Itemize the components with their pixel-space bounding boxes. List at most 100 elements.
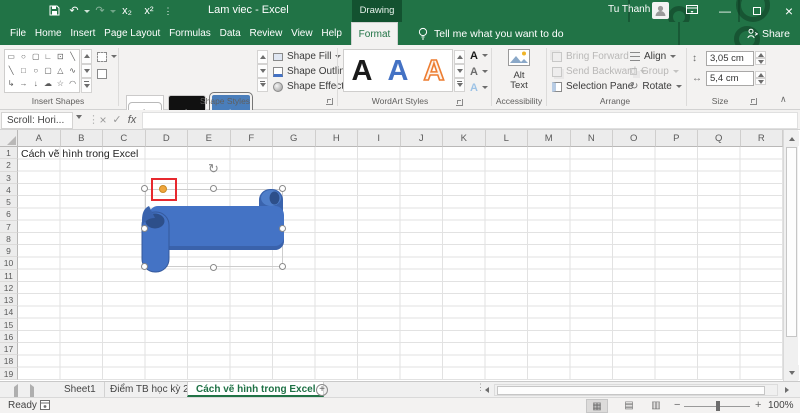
text-effects-button[interactable]: A bbox=[470, 81, 488, 94]
shape-glyph[interactable]: ☁ bbox=[42, 77, 54, 91]
resize-handle-bottom-center[interactable] bbox=[210, 264, 217, 271]
row-header[interactable]: 16 bbox=[0, 330, 18, 343]
shape-glyph[interactable]: ⊡ bbox=[54, 50, 66, 64]
undo-dropdown-icon[interactable] bbox=[84, 10, 90, 13]
spin-down-icon[interactable] bbox=[755, 78, 766, 85]
ribbon-tab[interactable]: Help bbox=[319, 22, 344, 45]
row-header[interactable]: 19 bbox=[0, 367, 18, 380]
zoom-out-button[interactable]: − bbox=[674, 399, 680, 411]
ribbon-tab[interactable]: Page Layout bbox=[102, 22, 162, 45]
text-outline-button[interactable]: A bbox=[470, 65, 488, 78]
column-header[interactable]: K bbox=[443, 130, 486, 147]
hscroll-left-arrow[interactable] bbox=[481, 384, 493, 396]
ribbon-tab[interactable]: Review bbox=[248, 22, 285, 45]
column-header[interactable]: F bbox=[230, 130, 273, 147]
qat-more-button[interactable]: ⋮ bbox=[162, 0, 174, 22]
spin-up-icon[interactable] bbox=[755, 51, 766, 58]
vertical-scrollbar[interactable] bbox=[783, 130, 799, 381]
wordart-style-2[interactable]: A bbox=[388, 51, 409, 91]
column-header[interactable]: B bbox=[60, 130, 103, 147]
redo-dropdown-icon[interactable] bbox=[110, 10, 116, 13]
row-header[interactable]: 2 bbox=[0, 159, 18, 172]
scroll-down-icon[interactable] bbox=[454, 64, 465, 78]
subscript-button[interactable]: x₂ bbox=[118, 0, 136, 22]
undo-button[interactable]: ↶ bbox=[66, 0, 82, 22]
hscroll-right-arrow[interactable] bbox=[781, 384, 793, 396]
shape-glyph[interactable]: ╲ bbox=[66, 50, 78, 64]
column-header[interactable]: D bbox=[145, 130, 188, 147]
sheet-tab-sheet1[interactable]: Sheet1 bbox=[56, 382, 105, 397]
resize-handle-bottom-left[interactable] bbox=[141, 263, 148, 270]
shape-glyph[interactable]: ∟ bbox=[42, 50, 54, 64]
row-header[interactable]: 18 bbox=[0, 355, 18, 368]
row-header[interactable]: 11 bbox=[0, 269, 18, 282]
resize-handle-mid-right[interactable] bbox=[279, 225, 286, 232]
horizontal-scrollbar[interactable] bbox=[494, 384, 778, 396]
column-header[interactable]: C bbox=[103, 130, 146, 147]
row-header[interactable]: 7 bbox=[0, 220, 18, 233]
row-header[interactable]: 9 bbox=[0, 245, 18, 258]
zoom-in-button[interactable]: + bbox=[755, 399, 761, 411]
column-header[interactable]: R bbox=[740, 130, 783, 147]
width-spinner[interactable] bbox=[755, 71, 766, 85]
ribbon-tab[interactable]: File bbox=[8, 22, 28, 45]
resize-handle-bottom-right[interactable] bbox=[279, 263, 286, 270]
scroll-up-arrow[interactable] bbox=[784, 131, 799, 146]
row-header[interactable]: 17 bbox=[0, 343, 18, 356]
gallery-more-icon[interactable] bbox=[81, 78, 92, 94]
wordart-gallery[interactable]: A A A bbox=[343, 49, 453, 92]
zoom-slider-thumb[interactable] bbox=[716, 401, 720, 411]
scroll-down-arrow[interactable] bbox=[784, 365, 799, 380]
row-header[interactable]: 14 bbox=[0, 306, 18, 319]
shape-glyph[interactable]: ▭ bbox=[5, 50, 17, 64]
page-break-view-button[interactable]: ▥ bbox=[645, 399, 667, 413]
row-header[interactable]: 6 bbox=[0, 208, 18, 221]
tell-me-box[interactable]: Tell me what you want to do bbox=[418, 22, 564, 45]
redo-button[interactable]: ↷ bbox=[92, 0, 108, 22]
scroll-up-icon[interactable] bbox=[454, 50, 465, 64]
shape-glyph[interactable]: ○ bbox=[17, 50, 29, 64]
normal-view-button[interactable]: ▦ bbox=[586, 399, 608, 413]
shape-glyph[interactable]: ▢ bbox=[30, 50, 42, 64]
restore-button[interactable] bbox=[744, 0, 770, 22]
column-header[interactable]: J bbox=[400, 130, 443, 147]
name-box[interactable]: Scroll: Hori... bbox=[1, 112, 73, 129]
shape-glyph[interactable]: ▢ bbox=[42, 64, 54, 78]
resize-handle-top-center[interactable] bbox=[210, 185, 217, 192]
column-header[interactable]: Q bbox=[698, 130, 741, 147]
insert-shapes-gallery[interactable]: ▭ ○ ▢ ∟ ⊡ ╲ ╲ □ ○ ▢ △ ∿ ↳ → ↓ ☁ ☆ ◠ bbox=[4, 49, 80, 93]
formula-input[interactable] bbox=[142, 112, 798, 129]
scroll-up-icon[interactable] bbox=[81, 49, 92, 64]
collapse-ribbon-button[interactable]: ∧ bbox=[780, 94, 787, 105]
align-button[interactable]: Align bbox=[630, 50, 677, 63]
shape-glyph[interactable]: ↓ bbox=[30, 77, 42, 91]
shape-glyph[interactable]: ╲ bbox=[5, 64, 17, 78]
avatar[interactable] bbox=[652, 2, 669, 19]
sheet-tab-active[interactable]: Cách vẽ hình trong Excel bbox=[187, 382, 325, 397]
rotate-button[interactable]: ↻ Rotate bbox=[630, 80, 682, 93]
shape-glyph[interactable]: ↳ bbox=[5, 77, 17, 91]
row-header[interactable]: 13 bbox=[0, 294, 18, 307]
zoom-level[interactable]: 100% bbox=[768, 400, 794, 411]
column-header[interactable]: I bbox=[358, 130, 401, 147]
row-header[interactable]: 15 bbox=[0, 318, 18, 331]
insert-function-button[interactable]: fx bbox=[124, 112, 140, 129]
shape-fill-button[interactable]: Shape Fill bbox=[273, 50, 342, 63]
horizontal-scroll-thumb[interactable] bbox=[497, 386, 765, 395]
row-header[interactable]: 10 bbox=[0, 257, 18, 270]
height-spinner[interactable] bbox=[755, 51, 766, 65]
resize-handle-mid-left[interactable] bbox=[141, 225, 148, 232]
text-box-button[interactable] bbox=[97, 67, 107, 80]
shape-glyph[interactable]: □ bbox=[17, 64, 29, 78]
ribbon-tab[interactable]: View bbox=[289, 22, 315, 45]
select-all-button[interactable] bbox=[0, 130, 18, 147]
selection-pane-button[interactable]: Selection Pane bbox=[552, 80, 633, 93]
ribbon-tab[interactable]: Insert bbox=[68, 22, 97, 45]
shape-glyph[interactable]: ∿ bbox=[66, 64, 78, 78]
resize-handle-top-left[interactable] bbox=[141, 185, 148, 192]
enter-button[interactable]: ✓ bbox=[110, 112, 124, 129]
column-header[interactable]: A bbox=[18, 130, 61, 147]
edit-shape-button[interactable] bbox=[97, 50, 117, 63]
column-header[interactable]: G bbox=[273, 130, 316, 147]
column-header[interactable]: L bbox=[485, 130, 528, 147]
